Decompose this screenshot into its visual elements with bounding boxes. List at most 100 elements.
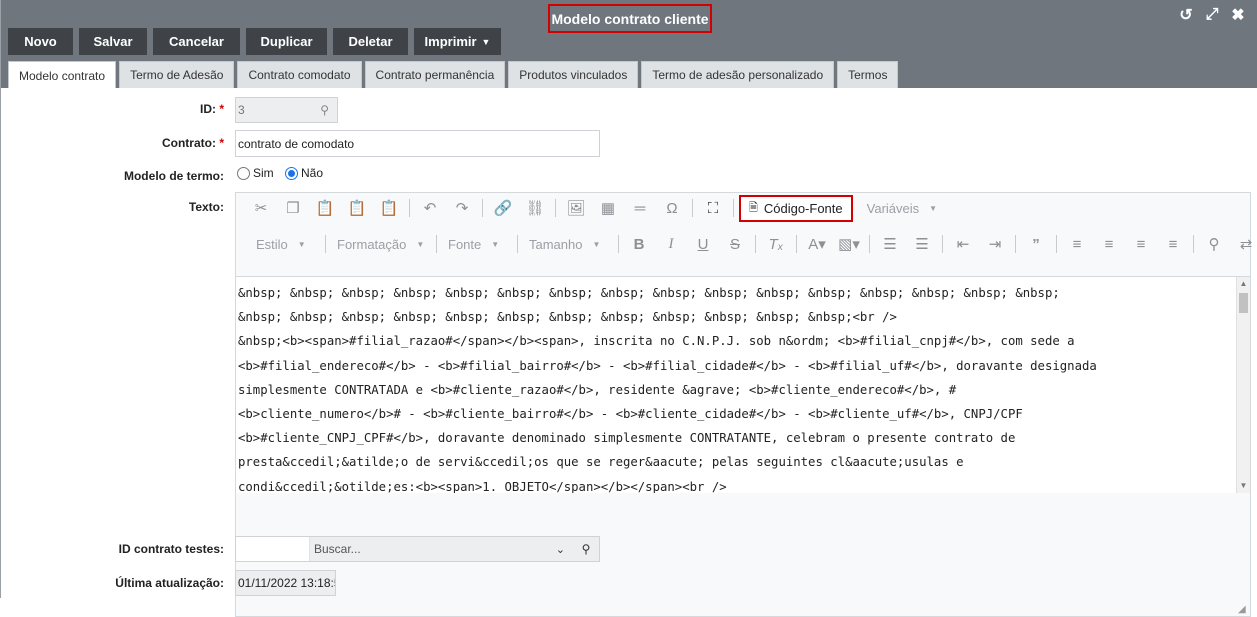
radio-nao[interactable]: Não: [285, 166, 323, 180]
tab-contrato-permanencia[interactable]: Contrato permanência: [364, 61, 506, 88]
scroll-down-icon[interactable]: ▼: [1239, 481, 1248, 491]
source-code-icon: 🗎: [749, 201, 758, 214]
history-icon[interactable]: ↺: [1177, 6, 1195, 24]
cancelar-button[interactable]: Cancelar: [153, 28, 240, 55]
paste-word-icon[interactable]: 📋: [374, 196, 404, 220]
tab-termos[interactable]: Termos: [837, 61, 899, 88]
paste-icon[interactable]: 📋: [310, 196, 340, 220]
tab-modelo-contrato[interactable]: Modelo contrato: [8, 61, 117, 89]
expand-icon[interactable]: ⤢: [1203, 6, 1221, 24]
background-color-icon[interactable]: ▧▾: [834, 232, 864, 256]
variaveis-dropdown[interactable]: Variáveis ▼: [861, 196, 943, 220]
modelo-termo-radios: Sim Não: [237, 166, 331, 183]
deletar-button[interactable]: Deletar: [333, 28, 408, 55]
estilo-dropdown[interactable]: Estilo ▼: [250, 232, 320, 256]
scroll-up-icon[interactable]: ▲: [1239, 279, 1248, 289]
align-right-icon[interactable]: ≡: [1126, 232, 1156, 256]
bulleted-list-icon[interactable]: ☰: [907, 232, 937, 256]
separator: [796, 235, 797, 253]
tab-strip: Modelo contrato Termo de Adesão Contrato…: [8, 61, 899, 89]
chevron-down-icon: ⌄: [555, 543, 565, 556]
tab-produtos-vinculados[interactable]: Produtos vinculados: [508, 61, 639, 88]
separator: [1015, 235, 1016, 253]
replace-icon[interactable]: ⇄: [1231, 232, 1257, 256]
novo-button[interactable]: Novo: [8, 28, 73, 55]
strikethrough-icon[interactable]: S: [720, 232, 750, 256]
italic-icon[interactable]: I: [656, 232, 686, 256]
scrollbar-thumb[interactable]: [1239, 293, 1248, 313]
editor-scrollbar[interactable]: ▲ ▼: [1236, 277, 1250, 493]
table-icon[interactable]: ▦: [593, 196, 623, 220]
horizontal-line-icon[interactable]: ═: [625, 196, 655, 220]
bold-icon[interactable]: B: [624, 232, 654, 256]
duplicar-button[interactable]: Duplicar: [246, 28, 327, 55]
id-contrato-testes-label: ID contrato testes:: [118, 542, 224, 556]
align-center-icon[interactable]: ≡: [1094, 232, 1124, 256]
buscar-select[interactable]: Buscar... ⌄: [310, 537, 573, 561]
ultima-atualizacao-label: Última atualização:: [115, 576, 224, 590]
underline-icon[interactable]: U: [688, 232, 718, 256]
redo-icon[interactable]: ↷: [447, 196, 477, 220]
maximize-icon[interactable]: ⛶: [698, 196, 728, 220]
formatacao-label: Formatação: [337, 236, 407, 252]
align-left-icon[interactable]: ≡: [1062, 232, 1092, 256]
search-icon[interactable]: ⚲: [320, 103, 329, 117]
window-title: Modelo contrato cliente: [548, 4, 712, 33]
unlink-icon[interactable]: ⛓: [520, 196, 550, 220]
contrato-label-text: Contrato:: [161, 136, 216, 150]
id-label-text: ID:: [199, 102, 216, 116]
outdent-icon[interactable]: ⇤: [948, 232, 978, 256]
paste-text-icon[interactable]: 📋: [342, 196, 372, 220]
formatacao-dropdown[interactable]: Formatação ▼: [331, 232, 431, 256]
radio-circle[interactable]: [237, 166, 250, 180]
separator: [409, 199, 410, 217]
editor-toolbar: ✂ ❐ 📋 📋 📋 ↶ ↷ 🔗 ⛓ 🖼 ▦ ═ Ω ⛶ 🗎 Código-Fon…: [236, 193, 1252, 277]
undo-icon[interactable]: ↶: [415, 196, 445, 220]
resize-handle-icon[interactable]: ◢: [1238, 604, 1248, 615]
indent-icon[interactable]: ⇥: [980, 232, 1010, 256]
window-controls: ↺ ⤢ ✖: [1177, 6, 1247, 24]
estilo-label: Estilo: [256, 236, 288, 252]
image-icon[interactable]: 🖼: [561, 196, 591, 220]
special-char-icon[interactable]: Ω: [657, 196, 687, 220]
separator: [869, 235, 870, 253]
id-contrato-testes-input[interactable]: [236, 537, 310, 561]
radio-circle-selected[interactable]: [285, 166, 299, 180]
find-icon[interactable]: ⚲: [1199, 232, 1229, 256]
imprimir-button[interactable]: Imprimir ▼: [414, 28, 501, 55]
radio-sim-label: Sim: [253, 166, 274, 180]
text-color-icon[interactable]: A▾: [802, 232, 832, 256]
id-field[interactable]: 3 ⚲: [235, 97, 338, 123]
cut-icon[interactable]: ✂: [246, 196, 276, 220]
separator: [692, 199, 693, 217]
radio-sim[interactable]: Sim: [237, 166, 274, 180]
id-contrato-testes-field: Buscar... ⌄ ⚲: [235, 536, 600, 562]
tab-termo-adesao-personalizado[interactable]: Termo de adesão personalizado: [641, 61, 835, 88]
variaveis-label: Variáveis: [866, 200, 920, 216]
separator: [1193, 235, 1194, 253]
caret-down-icon: ▼: [491, 239, 500, 249]
blockquote-icon[interactable]: ”: [1021, 232, 1051, 256]
fonte-dropdown[interactable]: Fonte ▼: [442, 232, 512, 256]
copy-icon[interactable]: ❐: [278, 196, 308, 220]
align-justify-icon[interactable]: ≡: [1158, 232, 1188, 256]
separator: [942, 235, 943, 253]
tab-termo-adesao[interactable]: Termo de Adesão: [119, 61, 235, 88]
separator: [325, 235, 326, 253]
link-icon[interactable]: 🔗: [488, 196, 518, 220]
remove-format-icon[interactable]: Tₓ: [761, 232, 791, 256]
search-icon[interactable]: ⚲: [573, 537, 599, 561]
ultima-atualizacao-value: 01/11/2022 13:18:5: [235, 570, 336, 596]
close-icon[interactable]: ✖: [1229, 6, 1247, 24]
numbered-list-icon[interactable]: ☰: [875, 232, 905, 256]
separator: [1056, 235, 1057, 253]
source-code-area[interactable]: &nbsp; &nbsp; &nbsp; &nbsp; &nbsp; &nbsp…: [236, 277, 1238, 493]
code-line: <b>cliente_numero</b># - <b>#cliente_bai…: [238, 406, 1023, 421]
salvar-button[interactable]: Salvar: [79, 28, 147, 55]
codigo-fonte-button[interactable]: 🗎 Código-Fonte: [739, 194, 853, 222]
tab-contrato-comodato[interactable]: Contrato comodato: [237, 61, 362, 88]
tamanho-dropdown[interactable]: Tamanho ▼: [523, 232, 613, 256]
separator: [755, 235, 756, 253]
contrato-input[interactable]: contrato de comodato: [235, 130, 600, 157]
code-line: &nbsp; &nbsp; &nbsp; &nbsp; &nbsp; &nbsp…: [238, 286, 1060, 300]
